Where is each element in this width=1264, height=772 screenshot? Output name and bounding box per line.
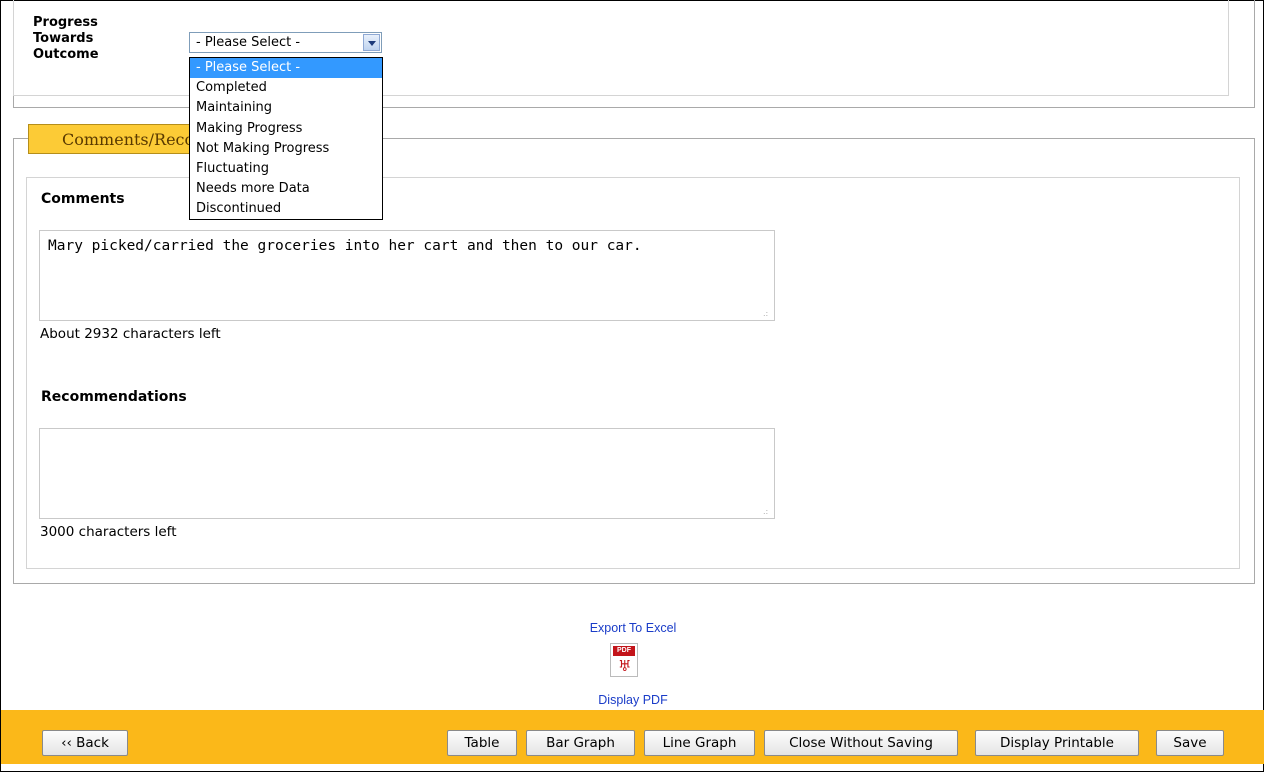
recommendations-textarea[interactable]: .: (39, 428, 775, 519)
section-tab[interactable]: Comments/Recommendations (28, 124, 190, 154)
dropdown-option[interactable]: Completed (190, 78, 382, 98)
progress-outcome-label: Progress Towards Outcome (33, 15, 99, 63)
dropdown-option[interactable]: Not Making Progress (190, 139, 382, 159)
label-line-1: Progress (33, 15, 98, 30)
adobe-icon: ♅ (618, 657, 632, 675)
pdf-icon-tag: PDF (613, 646, 635, 656)
export-links: Export To Excel (1, 621, 1264, 636)
progress-outcome-select[interactable]: - Please Select - (189, 32, 382, 53)
select-value: - Please Select - (196, 35, 301, 50)
display-pdf-row: Display PDF (1, 693, 1264, 708)
chevron-down-icon[interactable] (363, 34, 380, 51)
dropdown-option[interactable]: Needs more Data (190, 179, 382, 199)
section-tab-label: Comments/Recommendations (62, 130, 189, 149)
line-graph-button[interactable]: Line Graph (644, 730, 755, 756)
bottom-toolbar: ‹‹ Back Table Bar Graph Line Graph Close… (1, 710, 1264, 764)
label-line-2: Towards (33, 31, 94, 46)
recommendations-char-counter: 3000 characters left (40, 524, 177, 540)
label-line-3: Outcome (33, 47, 99, 62)
dropdown-option[interactable]: Maintaining (190, 98, 382, 118)
dropdown-option[interactable]: Discontinued (190, 199, 382, 219)
resize-grip-icon[interactable]: .: (763, 508, 770, 516)
comments-textarea[interactable]: Mary picked/carried the groceries into h… (39, 230, 775, 321)
dropdown-option[interactable]: - Please Select - (190, 58, 382, 79)
recommendations-label: Recommendations (41, 389, 187, 405)
display-printable-button[interactable]: Display Printable (975, 730, 1139, 756)
display-pdf-link[interactable]: Display PDF (598, 693, 667, 707)
pdf-icon[interactable]: PDF ♅ (610, 643, 638, 677)
comments-label: Comments (41, 191, 125, 207)
dropdown-option[interactable]: Making Progress (190, 119, 382, 139)
outcome-dropdown-list[interactable]: - Please Select - Completed Maintaining … (189, 57, 383, 220)
page-frame: Progress Towards Outcome - Please Select… (0, 0, 1264, 772)
comments-char-counter: About 2932 characters left (40, 326, 221, 342)
save-button[interactable]: Save (1156, 730, 1224, 756)
close-without-saving-button[interactable]: Close Without Saving (764, 730, 958, 756)
back-button[interactable]: ‹‹ Back (42, 730, 128, 756)
export-excel-link[interactable]: Export To Excel (590, 621, 677, 635)
dropdown-option[interactable]: Fluctuating (190, 159, 382, 179)
table-button[interactable]: Table (447, 730, 517, 756)
resize-grip-icon[interactable]: .: (763, 310, 770, 318)
comments-text: Mary picked/carried the groceries into h… (48, 238, 642, 254)
bar-graph-button[interactable]: Bar Graph (526, 730, 635, 756)
